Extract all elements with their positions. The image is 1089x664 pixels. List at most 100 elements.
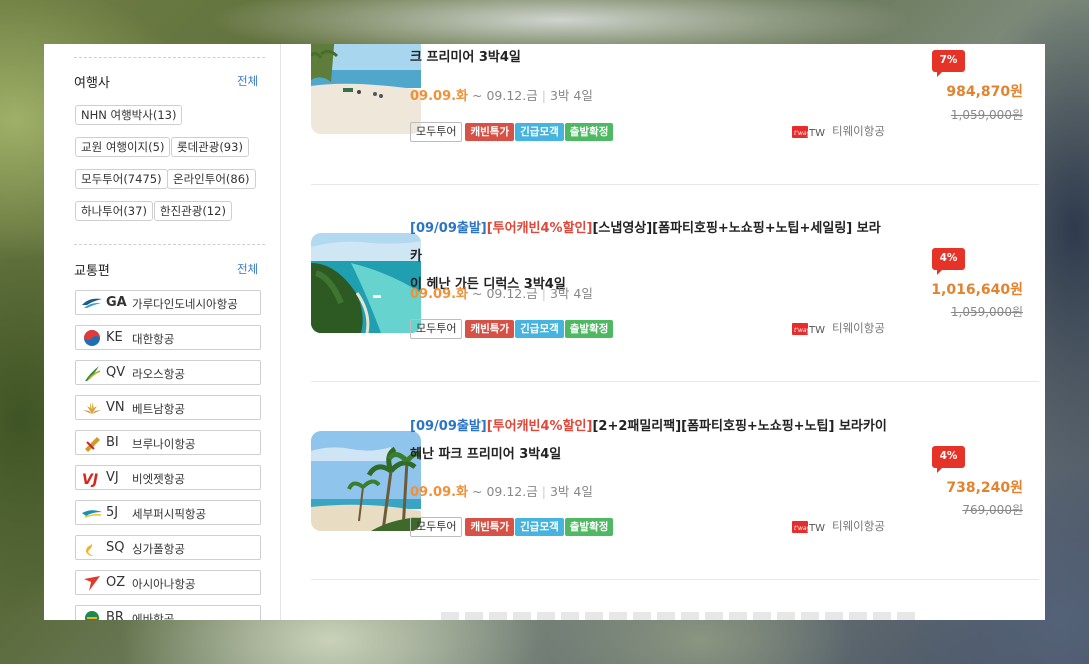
beach-photo bbox=[311, 233, 421, 333]
product-title[interactable]: [09/09출발][투어캐빈4%할인][2+2패밀리팩][폼파티호핑+노쇼핑+노… bbox=[410, 413, 890, 469]
divider bbox=[74, 57, 265, 58]
sale-price: 984,870원 bbox=[946, 84, 1023, 100]
airline-logo-code: TW bbox=[808, 128, 825, 139]
airline-logo-code: TW bbox=[808, 523, 825, 534]
agency-tag[interactable]: 롯데관광(93) bbox=[171, 137, 249, 157]
airline-name: 대한항공 bbox=[132, 332, 175, 346]
airline-filter-ke[interactable]: KE 대한항공 bbox=[75, 325, 261, 350]
trip-duration: 3박 4일 bbox=[549, 484, 593, 499]
travel-dates: 09.09.화 ~ 09.12.금 | 3박 4일 bbox=[410, 88, 593, 104]
end-date: ~ 09.12.금 bbox=[472, 88, 538, 103]
urgent-badge: 긴급모객 bbox=[515, 320, 564, 338]
discount-badge: 4% bbox=[932, 248, 965, 275]
cabin-deal-badge: 캐빈특가 bbox=[465, 518, 515, 536]
airline-logo-code: TW bbox=[808, 325, 825, 336]
product-title[interactable]: 크 프리미어 3박4일 bbox=[410, 44, 890, 72]
urgent-badge: 긴급모객 bbox=[515, 123, 564, 141]
search-results-panel: 여행사 전체 NHN 여행박사(13) 교원 여행이지(5) 롯데관광(93) … bbox=[44, 44, 1045, 620]
agency-tag[interactable]: 한진관광(12) bbox=[154, 201, 232, 221]
start-date: 09.09.화 bbox=[410, 485, 469, 500]
airline-info: t'way TW 티웨이항공 bbox=[792, 518, 885, 535]
airline-label: 티웨이항공 bbox=[832, 519, 885, 533]
row-divider bbox=[311, 184, 1039, 185]
airline-code: KE bbox=[106, 330, 123, 345]
agency-badge: 모두투어 bbox=[410, 122, 463, 142]
filter-sidebar: 여행사 전체 NHN 여행박사(13) 교원 여행이지(5) 롯데관광(93) … bbox=[44, 44, 281, 620]
product-thumbnail[interactable] bbox=[311, 431, 421, 531]
next-product-title-partial bbox=[441, 612, 921, 620]
departure-prefix: [09/09출발] bbox=[410, 221, 487, 236]
row-divider bbox=[311, 381, 1039, 382]
agency-tag[interactable]: NHN 여행박사(13) bbox=[75, 105, 183, 125]
end-date: ~ 09.12.금 bbox=[472, 484, 538, 499]
garuda-logo-icon bbox=[82, 298, 102, 308]
cebu-pacific-logo-icon bbox=[82, 510, 102, 518]
airline-code: GA bbox=[106, 295, 127, 310]
agency-all-link[interactable]: 전체 bbox=[237, 73, 258, 89]
royal-brunei-logo-icon bbox=[85, 437, 100, 452]
sale-price: 1,016,640원 bbox=[931, 282, 1023, 298]
airline-filter-bi[interactable]: BI 브루나이항공 bbox=[75, 430, 261, 455]
discount-prefix: [투어캐빈4%할인] bbox=[486, 221, 593, 236]
departure-prefix: [09/09출발] bbox=[410, 419, 487, 434]
original-price: 1,059,000원 bbox=[950, 305, 1023, 319]
title-text-line2: 헤난 파크 프리미어 3박4일 bbox=[410, 447, 562, 462]
beach-photo bbox=[311, 431, 421, 531]
start-date: 09.09.화 bbox=[410, 89, 469, 104]
airline-code: BR bbox=[106, 610, 124, 620]
airline-filter-vj[interactable]: VJ VJ 비엣젯항공 bbox=[75, 465, 261, 490]
airline-name: 가루다인도네시아항공 bbox=[132, 297, 238, 311]
korean-air-logo-icon bbox=[84, 330, 100, 346]
airline-filter-5j[interactable]: 5J 세부퍼시픽항공 bbox=[75, 500, 261, 525]
product-badges: 모두투어 캐빈특가 긴급모객 출발확정 bbox=[410, 122, 614, 142]
eva-air-logo-icon bbox=[85, 611, 99, 620]
airline-filter-sq[interactable]: SQ 싱가폴항공 bbox=[75, 535, 261, 560]
product-list: 크 프리미어 3박4일 09.09.화 ~ 09.12.금 | 3박 4일 모두투어… bbox=[280, 44, 1045, 620]
original-price: 1,059,000원 bbox=[950, 108, 1023, 122]
discount-badge: 4% bbox=[932, 446, 965, 473]
airline-name: 아시아나항공 bbox=[132, 577, 196, 591]
agency-tag[interactable]: 모두투어(7475) bbox=[75, 169, 168, 189]
transport-all-link[interactable]: 전체 bbox=[237, 261, 258, 277]
title-text: 크 프리미어 3박4일 bbox=[410, 50, 521, 65]
airline-info: t'way TW 티웨이항공 bbox=[792, 123, 885, 140]
urgent-badge: 긴급모객 bbox=[515, 518, 564, 536]
airline-name: 세부퍼시픽항공 bbox=[132, 507, 207, 521]
cabin-deal-badge: 캐빈특가 bbox=[465, 123, 515, 141]
airline-code: SQ bbox=[106, 540, 125, 555]
tway-logo-icon: t'way TW bbox=[792, 125, 825, 139]
discount-badge: 7% bbox=[932, 50, 965, 77]
end-date: ~ 09.12.금 bbox=[472, 286, 538, 301]
agency-badge: 모두투어 bbox=[410, 517, 463, 537]
agency-tag[interactable]: 교원 여행이지(5) bbox=[75, 137, 171, 157]
agency-tag[interactable]: 하나투어(37) bbox=[75, 201, 153, 221]
airline-name: 싱가폴항공 bbox=[132, 542, 185, 556]
agency-filter-title: 여행사 bbox=[74, 76, 110, 91]
product-thumbnail[interactable] bbox=[311, 44, 421, 134]
start-date: 09.09.화 bbox=[410, 287, 469, 302]
agency-tag[interactable]: 온라인투어(86) bbox=[167, 169, 256, 189]
divider bbox=[74, 244, 265, 245]
title-text: [2+2패밀리팩][폼파티호핑+노쇼핑+노팁] 보라카이 bbox=[592, 419, 887, 434]
beach-photo bbox=[311, 44, 421, 134]
confirmed-badge: 출발확정 bbox=[564, 518, 614, 536]
airline-code: 5J bbox=[106, 505, 119, 520]
airline-name: 라오스항공 bbox=[132, 367, 185, 381]
product-thumbnail[interactable] bbox=[311, 233, 421, 333]
airline-filter-vn[interactable]: VN 베트남항공 bbox=[75, 395, 261, 420]
vietjet-logo-icon: VJ bbox=[82, 472, 98, 488]
vietnam-airlines-logo-icon bbox=[83, 402, 101, 414]
airline-name: 브루나이항공 bbox=[132, 437, 196, 451]
airline-filter-oz[interactable]: OZ 아시아나항공 bbox=[75, 570, 261, 595]
confirmed-badge: 출발확정 bbox=[564, 123, 614, 141]
cabin-deal-badge: 캐빈특가 bbox=[465, 320, 515, 338]
transport-filter-title: 교통편 bbox=[74, 264, 110, 279]
travel-dates: 09.09.화 ~ 09.12.금 | 3박 4일 bbox=[410, 484, 593, 500]
airline-filter-br[interactable]: BR 에바항공 bbox=[75, 605, 261, 620]
product-badges: 모두투어 캐빈특가 긴급모객 출발확정 bbox=[410, 319, 614, 339]
airline-code: BI bbox=[106, 435, 119, 450]
original-price: 769,000원 bbox=[962, 503, 1023, 517]
airline-label: 티웨이항공 bbox=[832, 124, 885, 138]
airline-filter-ga[interactable]: GA 가루다인도네시아항공 bbox=[75, 290, 261, 315]
airline-filter-qv[interactable]: QV 라오스항공 bbox=[75, 360, 261, 385]
